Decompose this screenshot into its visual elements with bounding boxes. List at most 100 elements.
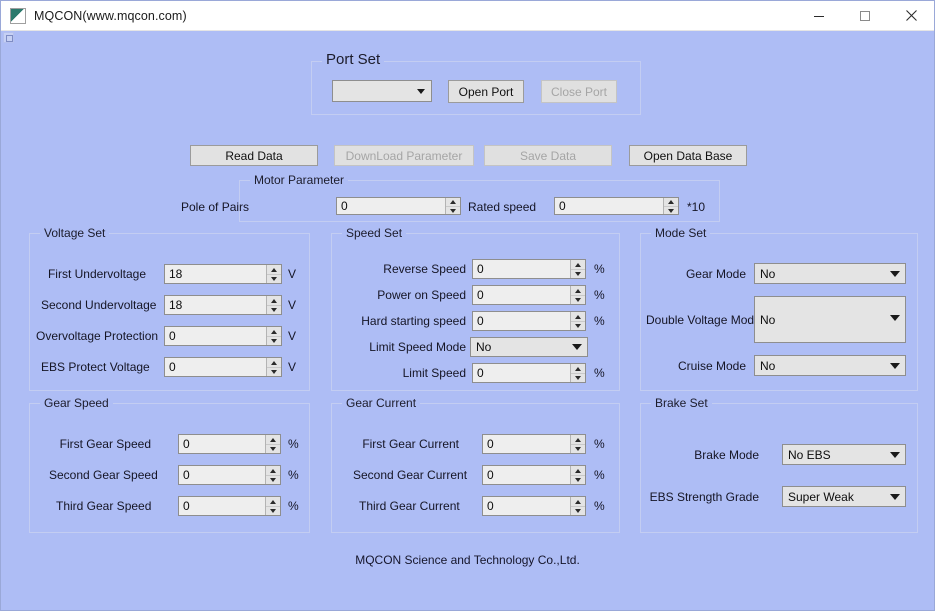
cruise-mode-select[interactable]: No bbox=[754, 355, 906, 376]
second-gear-speed-input[interactable]: 0 bbox=[178, 465, 281, 485]
stepper-up-icon[interactable] bbox=[267, 358, 281, 367]
close-port-button[interactable]: Close Port bbox=[541, 80, 617, 103]
hard-starting-speed-input[interactable]: 0 bbox=[472, 311, 586, 331]
stepper-down-icon[interactable] bbox=[266, 444, 280, 453]
stepper-down-icon[interactable] bbox=[571, 269, 585, 278]
stepper-up-icon[interactable] bbox=[266, 497, 280, 506]
reverse-speed-input[interactable]: 0 bbox=[472, 259, 586, 279]
stepper-up-icon[interactable] bbox=[267, 265, 281, 274]
overvoltage-protection-stepper[interactable] bbox=[266, 327, 281, 345]
ebs-protect-voltage-stepper[interactable] bbox=[266, 358, 281, 376]
stepper-up-icon[interactable] bbox=[571, 435, 585, 444]
stepper-up-icon[interactable] bbox=[267, 327, 281, 336]
second-gear-speed-value: 0 bbox=[179, 466, 265, 484]
stepper-down-icon[interactable] bbox=[664, 206, 678, 214]
maximize-button[interactable] bbox=[842, 1, 888, 31]
port-set-title: Port Set bbox=[322, 51, 384, 68]
limit-speed-mode-select[interactable]: No bbox=[470, 337, 588, 357]
brake-mode-select[interactable]: No EBS bbox=[782, 444, 906, 465]
speed-set-title: Speed Set bbox=[342, 226, 406, 240]
second-gear-speed-stepper[interactable] bbox=[265, 466, 280, 484]
stepper-down-icon[interactable] bbox=[446, 206, 460, 214]
stepper-up-icon[interactable] bbox=[446, 198, 460, 206]
ebs-protect-voltage-input[interactable]: 0 bbox=[164, 357, 282, 377]
first-gear-current-stepper[interactable] bbox=[570, 435, 585, 453]
second-gear-current-input[interactable]: 0 bbox=[482, 465, 586, 485]
stepper-down-icon[interactable] bbox=[571, 373, 585, 382]
stepper-down-icon[interactable] bbox=[571, 295, 585, 304]
maximize-icon bbox=[859, 10, 871, 22]
gear-mode-select[interactable]: No bbox=[754, 263, 906, 284]
chevron-down-icon bbox=[567, 344, 587, 350]
speed-row-label-3: Limit Speed Mode bbox=[346, 340, 466, 354]
third-gear-speed-stepper[interactable] bbox=[265, 497, 280, 515]
first-gear-current-input[interactable]: 0 bbox=[482, 434, 586, 454]
stepper-up-icon[interactable] bbox=[267, 296, 281, 305]
first-gear-speed-input[interactable]: 0 bbox=[178, 434, 281, 454]
stepper-down-icon[interactable] bbox=[571, 321, 585, 330]
minimize-button[interactable] bbox=[796, 1, 842, 31]
second-undervoltage-input[interactable]: 18 bbox=[164, 295, 282, 315]
stepper-down-icon[interactable] bbox=[267, 367, 281, 376]
pole-of-pairs-input[interactable]: 0 bbox=[336, 197, 461, 215]
third-gear-speed-input[interactable]: 0 bbox=[178, 496, 281, 516]
second-undervoltage-stepper[interactable] bbox=[266, 296, 281, 314]
stepper-up-icon[interactable] bbox=[664, 198, 678, 206]
chevron-down-icon bbox=[885, 297, 905, 321]
stepper-up-icon[interactable] bbox=[571, 286, 585, 295]
mode-row-label-2: Cruise Mode bbox=[656, 359, 746, 373]
reverse-speed-stepper[interactable] bbox=[570, 260, 585, 278]
rated-speed-input[interactable]: 0 bbox=[554, 197, 679, 215]
power-on-speed-stepper[interactable] bbox=[570, 286, 585, 304]
third-gear-current-stepper[interactable] bbox=[570, 497, 585, 515]
stepper-up-icon[interactable] bbox=[571, 312, 585, 321]
first-gear-current-value: 0 bbox=[483, 435, 570, 453]
gear-current-row-label-0: First Gear Current bbox=[359, 437, 459, 451]
app-icon bbox=[10, 8, 26, 24]
power-on-speed-input[interactable]: 0 bbox=[472, 285, 586, 305]
rated-speed-stepper[interactable] bbox=[663, 198, 678, 214]
first-gear-speed-stepper[interactable] bbox=[265, 435, 280, 453]
stepper-up-icon[interactable] bbox=[266, 466, 280, 475]
stepper-down-icon[interactable] bbox=[267, 305, 281, 314]
download-parameter-button[interactable]: DownLoad Parameter bbox=[334, 145, 474, 166]
double-voltage-mode-select[interactable]: No bbox=[754, 296, 906, 343]
stepper-up-icon[interactable] bbox=[571, 364, 585, 373]
client-top-strip bbox=[1, 31, 934, 40]
voltage-row-unit-1: V bbox=[288, 298, 296, 312]
read-data-button[interactable]: Read Data bbox=[190, 145, 318, 166]
limit-speed-stepper[interactable] bbox=[570, 364, 585, 382]
stepper-down-icon[interactable] bbox=[266, 506, 280, 515]
stepper-down-icon[interactable] bbox=[267, 336, 281, 345]
stepper-up-icon[interactable] bbox=[571, 497, 585, 506]
second-gear-current-stepper[interactable] bbox=[570, 466, 585, 484]
stepper-down-icon[interactable] bbox=[266, 475, 280, 484]
stepper-up-icon[interactable] bbox=[571, 466, 585, 475]
close-button[interactable] bbox=[888, 1, 934, 31]
speed-row-unit-2: % bbox=[594, 314, 605, 328]
gear-current-row-label-1: Second Gear Current bbox=[353, 468, 459, 482]
open-data-base-button[interactable]: Open Data Base bbox=[629, 145, 747, 166]
second-undervoltage-value: 18 bbox=[165, 296, 266, 314]
gear-speed-row-unit-2: % bbox=[288, 499, 299, 513]
stepper-up-icon[interactable] bbox=[571, 260, 585, 269]
stepper-down-icon[interactable] bbox=[267, 274, 281, 283]
port-select[interactable] bbox=[332, 80, 432, 102]
limit-speed-input[interactable]: 0 bbox=[472, 363, 586, 383]
first-undervoltage-stepper[interactable] bbox=[266, 265, 281, 283]
stepper-down-icon[interactable] bbox=[571, 444, 585, 453]
chevron-down-icon bbox=[885, 452, 905, 458]
pole-of-pairs-stepper[interactable] bbox=[445, 198, 460, 214]
ebs-strength-grade-select[interactable]: Super Weak bbox=[782, 486, 906, 507]
first-undervoltage-input[interactable]: 18 bbox=[164, 264, 282, 284]
stepper-up-icon[interactable] bbox=[266, 435, 280, 444]
overvoltage-protection-input[interactable]: 0 bbox=[164, 326, 282, 346]
third-gear-current-input[interactable]: 0 bbox=[482, 496, 586, 516]
pole-of-pairs-value: 0 bbox=[337, 198, 445, 214]
hard-starting-speed-stepper[interactable] bbox=[570, 312, 585, 330]
stepper-down-icon[interactable] bbox=[571, 475, 585, 484]
save-data-button[interactable]: Save Data bbox=[484, 145, 612, 166]
limit-speed-value: 0 bbox=[473, 364, 570, 382]
open-port-button[interactable]: Open Port bbox=[448, 80, 524, 103]
stepper-down-icon[interactable] bbox=[571, 506, 585, 515]
